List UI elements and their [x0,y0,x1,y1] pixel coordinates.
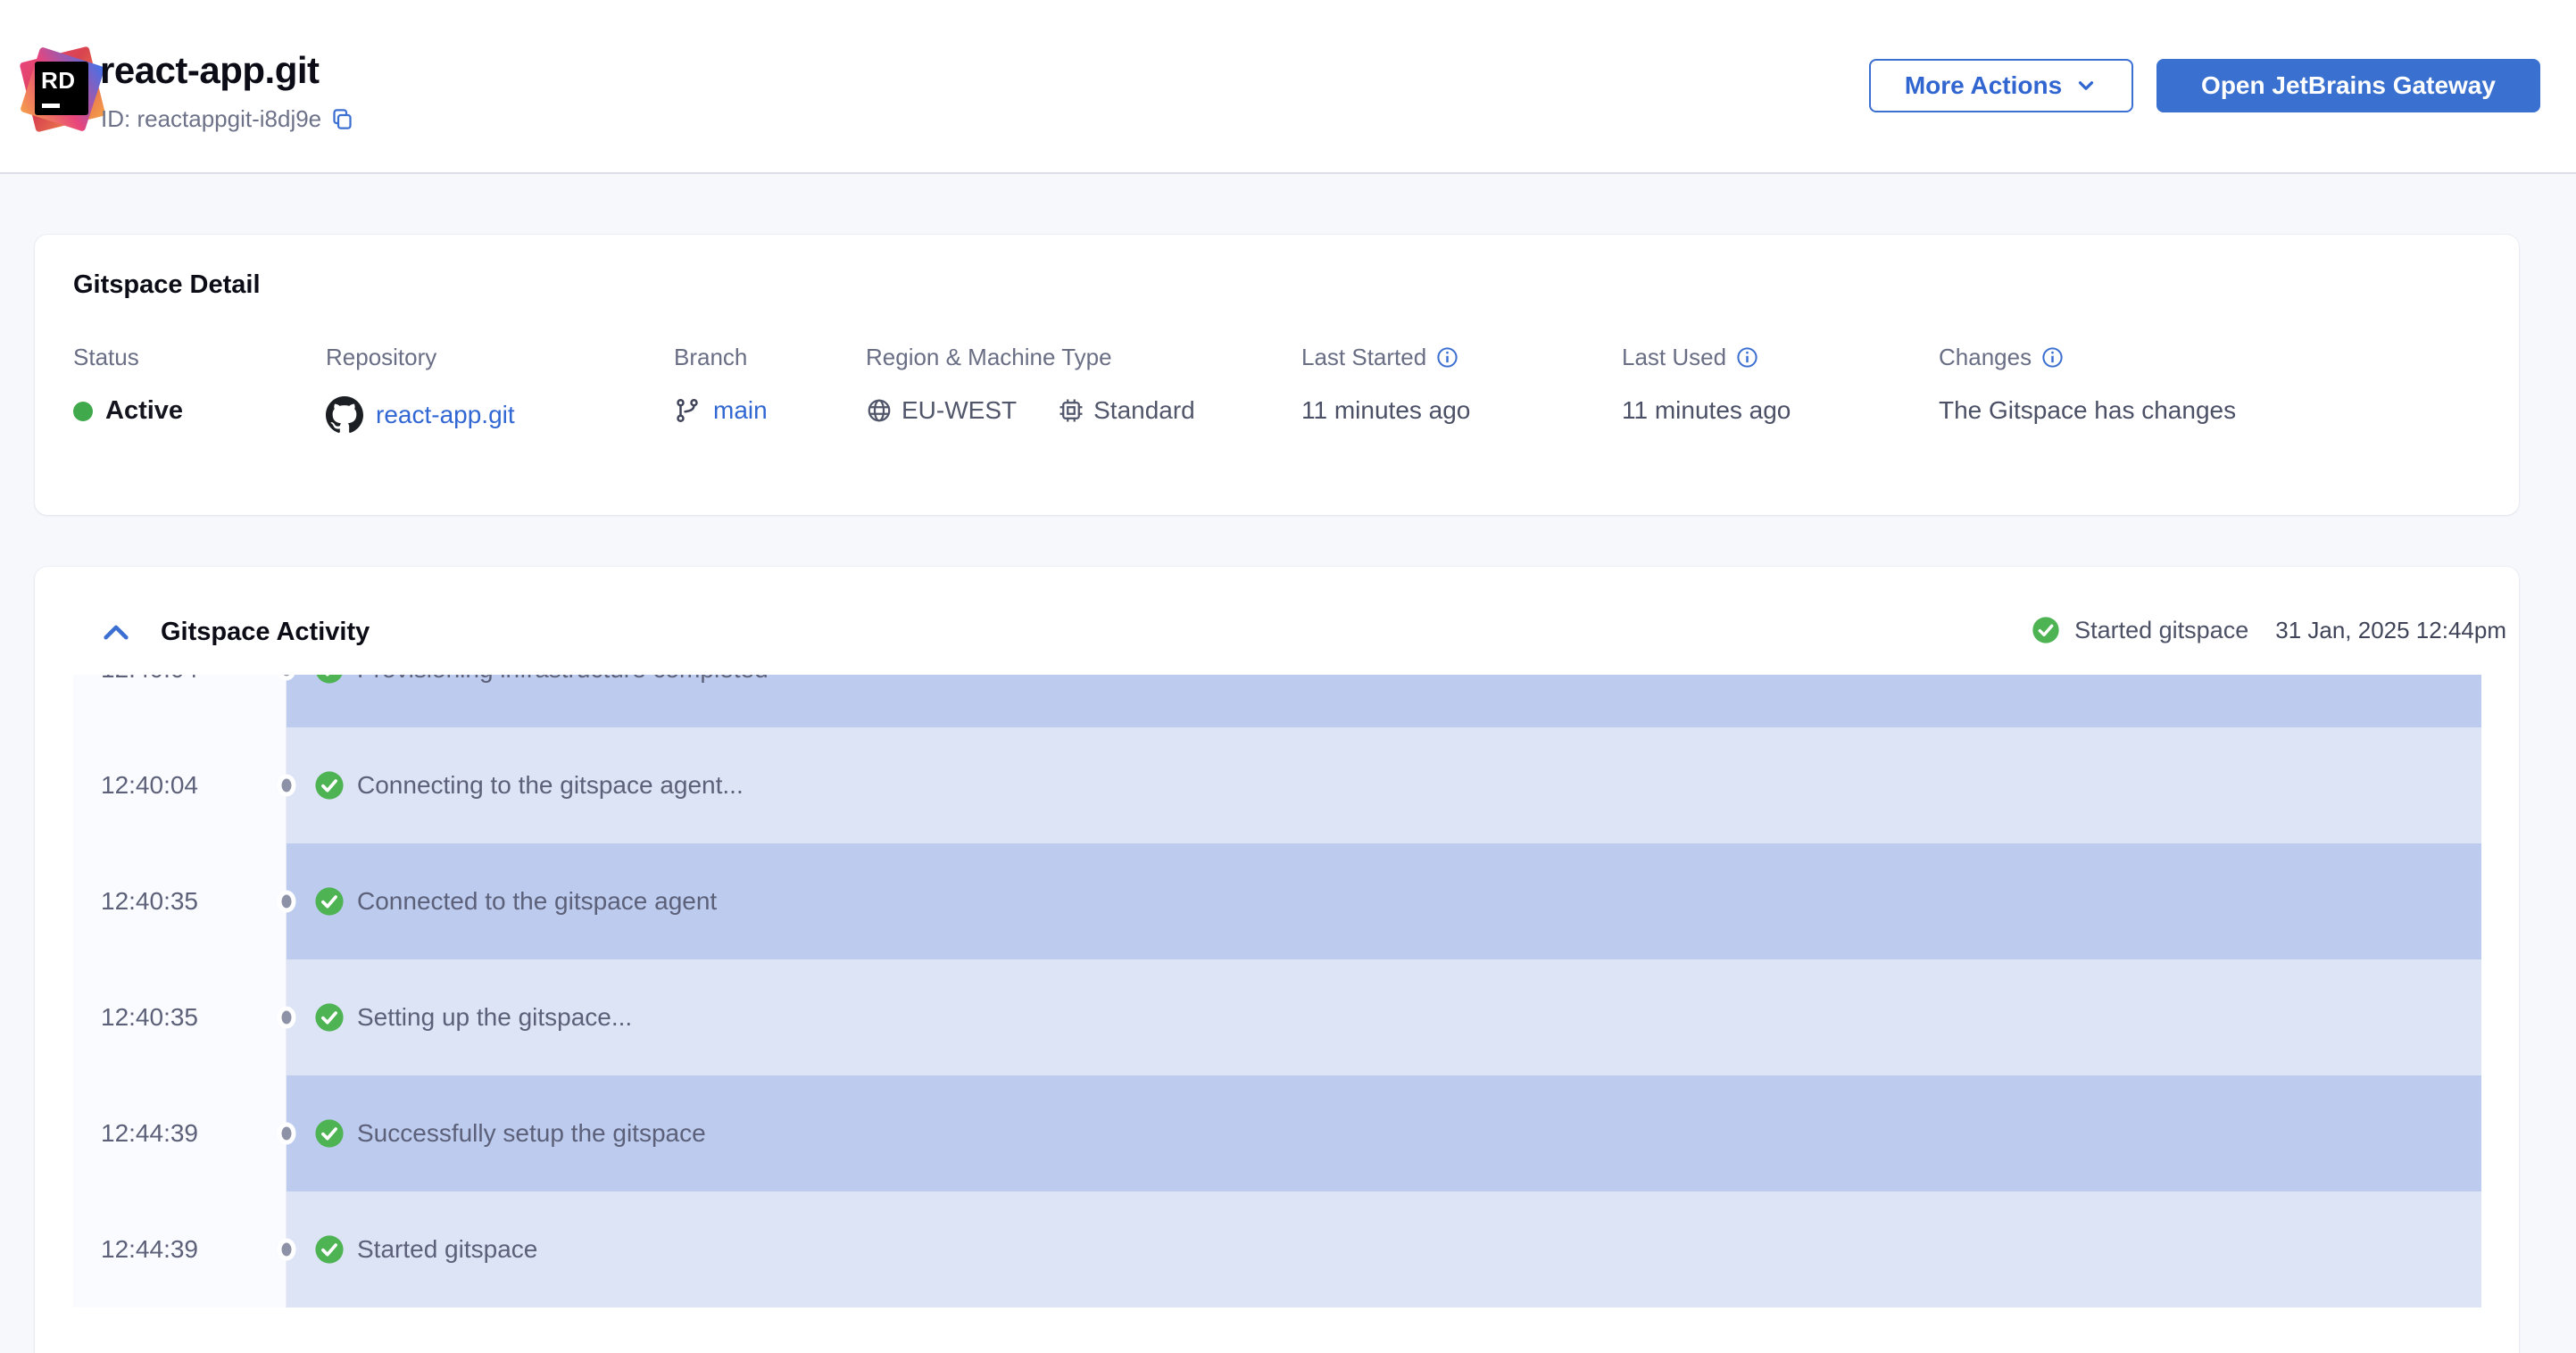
changes-value: The Gitspace has changes [1939,396,2237,424]
activity-row-message: Connecting to the gitspace agent... [357,771,744,799]
gitspace-detail-card: Gitspace Detail Status Active Repository… [35,235,2519,515]
check-circle-icon [2032,616,2060,644]
activity-row-message: Provisioning infrastructure completed [357,675,769,684]
field-status: Status Active [73,344,183,426]
activity-row: 12:44:39 Successfully setup the gitspace [73,1075,2481,1191]
region-value: EU-WEST [902,396,1018,424]
repository-link[interactable]: react-app.git [376,401,515,429]
rider-logo-underscore [42,104,60,108]
check-circle-icon [314,675,345,685]
activity-status-date: 31 Jan, 2025 12:44pm [2275,616,2506,643]
timeline-dot-icon [277,1006,296,1029]
activity-row: 12:40:35 Setting up the gitspace... [73,959,2481,1075]
copy-icon[interactable] [330,107,354,131]
timeline-dot-icon [277,1122,296,1145]
repository-label: Repository [326,344,437,370]
top-header: RD react-app.git ID: reactappgit-i8dj9e … [0,0,2576,174]
status-value: Active [105,396,184,425]
activity-row: 12:40:04 Connecting to the gitspace agen… [73,727,2481,843]
open-jetbrains-gateway-button[interactable]: Open JetBrains Gateway [2156,59,2540,112]
check-circle-icon [314,1118,345,1149]
machine-type-value: Standard [1093,396,1195,424]
info-icon[interactable] [2040,345,2065,369]
info-icon[interactable] [1435,345,1459,369]
status-label: Status [73,344,139,370]
cpu-chip-icon [1058,397,1084,424]
last-used-value: 11 minutes ago [1622,396,1791,424]
check-circle-icon [314,886,345,917]
last-started-value: 11 minutes ago [1301,396,1471,424]
activity-row-time: 12:44:39 [73,1191,287,1307]
field-branch: Branch main [674,344,768,425]
activity-row-message: Started gitspace [357,1235,538,1263]
field-last-used: Last Used 11 minutes ago [1622,344,1791,425]
gitspace-activity-card: Gitspace Activity Started gitspace 31 Ja… [35,567,2519,1353]
activity-row-time: 12:44:39 [73,1075,287,1191]
activity-status-text: Started gitspace [2074,616,2249,643]
globe-icon [866,397,893,424]
branch-label: Branch [674,344,748,370]
collapse-chevron-up-icon[interactable] [101,620,131,647]
chevron-down-icon [2074,74,2098,97]
field-last-started: Last Started 11 minutes ago [1301,344,1470,425]
activity-row-time: 12:40:35 [73,843,287,959]
more-actions-button[interactable]: More Actions [1869,59,2133,112]
field-repository: Repository react-app.git [326,344,515,434]
field-region-machine: Region & Machine Type EU-WEST Standard [866,344,1195,425]
more-actions-label: More Actions [1904,71,2063,99]
check-circle-icon [314,1234,345,1265]
region-machine-label: Region & Machine Type [866,344,1112,370]
activity-row-time: 12:40:04 [73,675,287,727]
field-changes: Changes The Gitspace has changes [1939,344,2236,425]
activity-log[interactable]: 12:40:04 Provisioning infrastructure com… [73,675,2481,1307]
git-branch-icon [674,397,701,424]
changes-label: Changes [1939,344,2032,370]
activity-title: Gitspace Activity [161,618,370,646]
timeline-dot-icon [277,774,296,797]
timeline-dot-icon [277,890,296,913]
timeline-dot-icon [277,1238,296,1261]
check-circle-icon [314,770,345,801]
page-title: react-app.git [100,49,320,91]
activity-row-time: 12:40:35 [73,959,287,1075]
rider-logo-plate: RD [35,62,88,115]
last-started-label: Last Started [1301,344,1427,370]
rider-logo-text: RD [41,67,76,94]
activity-row: 12:40:35 Connected to the gitspace agent [73,843,2481,959]
activity-row-message: Connected to the gitspace agent [357,887,718,915]
activity-row-time: 12:40:04 [73,727,287,843]
rider-logo: RD [19,46,106,133]
detail-card-title: Gitspace Detail [73,270,261,299]
branch-link[interactable]: main [713,396,768,425]
github-icon [326,396,363,434]
gitspace-id: ID: reactappgit-i8dj9e [101,105,322,132]
activity-row-message: Setting up the gitspace... [357,1003,633,1031]
activity-status: Started gitspace 31 Jan, 2025 12:44pm [2032,616,2506,644]
activity-row-message: Successfully setup the gitspace [357,1119,706,1147]
last-used-label: Last Used [1622,344,1727,370]
activity-row: 12:40:04 Provisioning infrastructure com… [73,675,2481,727]
info-icon[interactable] [1735,345,1759,369]
activity-row: 12:44:39 Started gitspace [73,1191,2481,1307]
status-dot-icon [73,401,93,421]
check-circle-icon [314,1002,345,1033]
